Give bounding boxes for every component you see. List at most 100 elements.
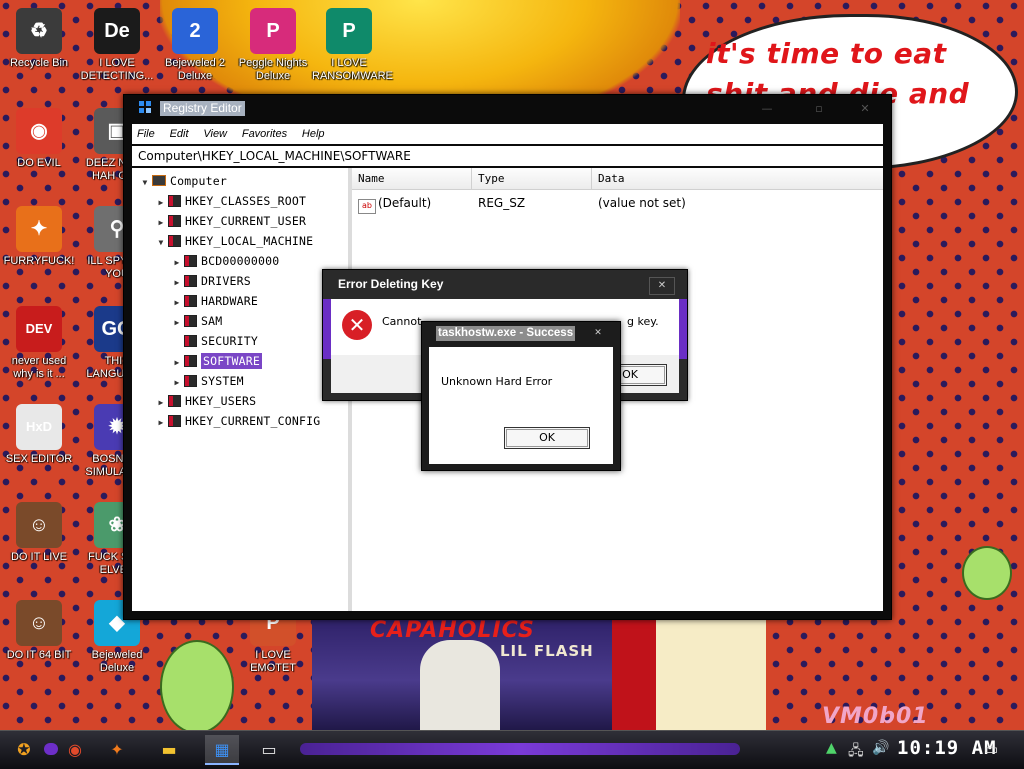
expand-arrow-icon[interactable]: ▶ bbox=[170, 254, 184, 272]
value-row[interactable]: ab (Default) REG_SZ (value not set) bbox=[358, 194, 878, 214]
tree-item[interactable]: ▶ SOFTWARE bbox=[170, 352, 262, 370]
window-title: Registry Editor bbox=[160, 101, 245, 116]
hxd-icon: HxD bbox=[16, 404, 62, 450]
desktop-icon[interactable]: ✦ FURRYFUCK! bbox=[2, 206, 76, 268]
desktop-icon[interactable]: ♻ Recycle Bin bbox=[2, 8, 76, 70]
wallpaper-watermark: VM0b01 bbox=[822, 704, 929, 729]
expand-arrow-icon[interactable]: ▶ bbox=[170, 374, 184, 392]
close-button[interactable]: ✕ bbox=[852, 101, 878, 117]
folder-icon bbox=[168, 195, 181, 207]
folder-icon bbox=[184, 315, 197, 327]
minimize-button[interactable]: — bbox=[754, 101, 780, 117]
address-bar[interactable]: Computer\HKEY_LOCAL_MACHINE\SOFTWARE bbox=[132, 146, 883, 166]
expand-arrow-icon[interactable]: ▶ bbox=[154, 214, 168, 232]
title-bar[interactable]: Registry Editor — ▫ ✕ bbox=[124, 95, 891, 122]
key-tree[interactable]: ▼ Computer ▶ HKEY_CLASSES_ROOT ▶ HKEY_CURRENT… bbox=[132, 168, 348, 611]
column-header-data[interactable]: Data bbox=[592, 168, 883, 190]
tray-chevron-icon[interactable]: ▲ bbox=[826, 740, 837, 756]
regedit-icon[interactable]: ▦ bbox=[205, 735, 239, 765]
desktop-icon-label: I LOVE EMOTET bbox=[250, 649, 296, 674]
window-icon[interactable]: ▭ bbox=[252, 735, 286, 765]
folder-icon bbox=[168, 395, 181, 407]
column-header-name[interactable]: Name bbox=[352, 168, 472, 190]
clock[interactable]: 10:19 AM bbox=[897, 737, 997, 759]
tree-item[interactable]: ▶ HKEY_USERS bbox=[154, 392, 256, 410]
menu-view[interactable]: View bbox=[198, 124, 233, 144]
desktop-icon[interactable]: ◉ DO EVIL bbox=[2, 108, 76, 170]
desktop-icon[interactable]: P I LOVE RANSOMWARE bbox=[312, 8, 393, 83]
desktop-icon[interactable]: P Peggle Nights Deluxe bbox=[236, 8, 310, 83]
tree-item[interactable]: ▶ BCD00000000 bbox=[170, 252, 279, 270]
expand-arrow-icon[interactable]: ▶ bbox=[170, 314, 184, 332]
taskbar: ✪ ◉ ✦ ▬ ▦ ▭ bbox=[0, 730, 1024, 769]
tree-item-label: SOFTWARE bbox=[201, 353, 262, 369]
desktop-icon[interactable]: HxD SEX EDITOR bbox=[2, 404, 76, 466]
desktop-icon[interactable]: ☺ DO IT LIVE bbox=[2, 502, 76, 564]
tree-item[interactable]: ▶ DRIVERS bbox=[170, 272, 251, 290]
collapse-arrow-icon[interactable]: ▼ bbox=[154, 234, 168, 252]
tree-item[interactable]: ▶ HARDWARE bbox=[170, 292, 258, 310]
tree-item[interactable]: ▼ Computer bbox=[138, 172, 227, 190]
file-explorer-icon[interactable]: ▬ bbox=[152, 735, 186, 765]
tree-item[interactable]: ▶ HKEY_CURRENT_CONFIG bbox=[154, 412, 320, 430]
tree-item-label: DRIVERS bbox=[201, 274, 251, 288]
desktop-icon-label: I LOVE DETECTING... bbox=[80, 57, 154, 82]
desktop-icon[interactable]: ☺ DO IT 64 BIT bbox=[2, 600, 76, 662]
folder-icon bbox=[184, 355, 197, 367]
chrome-icon[interactable]: ◉ bbox=[58, 735, 92, 765]
expand-arrow-icon[interactable]: ▶ bbox=[154, 394, 168, 412]
folder-icon bbox=[168, 235, 181, 247]
tree-item[interactable]: ▶ SAM bbox=[170, 312, 222, 330]
expand-arrow-icon[interactable]: ▶ bbox=[154, 414, 168, 432]
tree-item-label: SECURITY bbox=[201, 334, 258, 348]
menu-help[interactable]: Help bbox=[297, 124, 331, 144]
folder-icon bbox=[184, 275, 197, 287]
expand-arrow-icon[interactable]: ▶ bbox=[170, 274, 184, 292]
regedit-icon bbox=[139, 101, 153, 115]
error-message-start: Cannot bbox=[382, 315, 422, 328]
error-icon: ✕ bbox=[342, 310, 372, 340]
tree-item-label: SAM bbox=[201, 314, 223, 328]
value-data: (value not set) bbox=[598, 196, 686, 210]
maximize-button[interactable]: ▫ bbox=[806, 101, 832, 117]
dialog-title: Error Deleting Key bbox=[338, 277, 444, 291]
firefox-icon[interactable]: ✦ bbox=[100, 735, 134, 765]
wallpaper-peridot-character bbox=[160, 640, 234, 734]
folder-icon bbox=[168, 215, 181, 227]
ok-button[interactable]: OK bbox=[504, 427, 590, 449]
tree-item[interactable]: ▶ SYSTEM bbox=[170, 372, 244, 390]
tree-item[interactable]: SECURITY bbox=[170, 332, 258, 350]
tree-item-label: HKEY_LOCAL_MACHINE bbox=[185, 234, 314, 248]
menu-favorites[interactable]: Favorites bbox=[237, 124, 293, 144]
menu-edit[interactable]: Edit bbox=[165, 124, 195, 144]
expand-arrow-icon[interactable]: ▶ bbox=[170, 354, 184, 372]
tree-item[interactable]: ▼ HKEY_LOCAL_MACHINE bbox=[154, 232, 313, 250]
menu-file[interactable]: File bbox=[132, 124, 161, 144]
tree-item-label: HKEY_CLASSES_ROOT bbox=[185, 194, 307, 208]
collapse-arrow-icon[interactable]: ▼ bbox=[138, 174, 152, 192]
tree-item-label: SYSTEM bbox=[201, 374, 244, 388]
dialog-close-button[interactable]: ✕ bbox=[588, 326, 608, 340]
dialog-close-button[interactable]: ✕ bbox=[649, 277, 675, 295]
tree-item-label: HKEY_CURRENT_USER bbox=[185, 214, 307, 228]
desktop-icon[interactable]: De I LOVE DETECTING... bbox=[80, 8, 154, 83]
tree-item[interactable]: ▶ HKEY_CURRENT_USER bbox=[154, 212, 306, 230]
desktop-icon-label: Peggle Nights Deluxe bbox=[238, 57, 308, 82]
tree-item[interactable]: ▶ HKEY_CLASSES_ROOT bbox=[154, 192, 306, 210]
value-type: REG_SZ bbox=[478, 196, 526, 210]
desktop-icon-label: SEX EDITOR bbox=[5, 453, 73, 465]
error-message-end: g key. bbox=[627, 315, 659, 328]
notification-icon[interactable]: ▭ bbox=[984, 740, 998, 758]
expand-arrow-icon[interactable]: ▶ bbox=[170, 294, 184, 312]
column-header-type[interactable]: Type bbox=[472, 168, 592, 190]
string-value-icon: ab bbox=[358, 199, 376, 214]
expand-arrow-icon[interactable]: ▶ bbox=[154, 194, 168, 212]
desktop-icon[interactable]: 2 Bejeweled 2 Deluxe bbox=[158, 8, 232, 83]
start-icon[interactable]: ✪ bbox=[4, 735, 44, 765]
volume-icon[interactable]: 🔊 bbox=[872, 740, 889, 756]
desktop-icon[interactable]: DEV never used why is it ... bbox=[2, 306, 76, 381]
desktop-icon-label: FURRYFUCK! bbox=[3, 255, 75, 267]
network-icon[interactable]: 🖧 bbox=[848, 740, 864, 764]
tree-item-label: HARDWARE bbox=[201, 294, 258, 308]
taskhostw-success-dialog[interactable]: taskhostw.exe - Success ✕ Unknown Hard E… bbox=[421, 321, 621, 471]
